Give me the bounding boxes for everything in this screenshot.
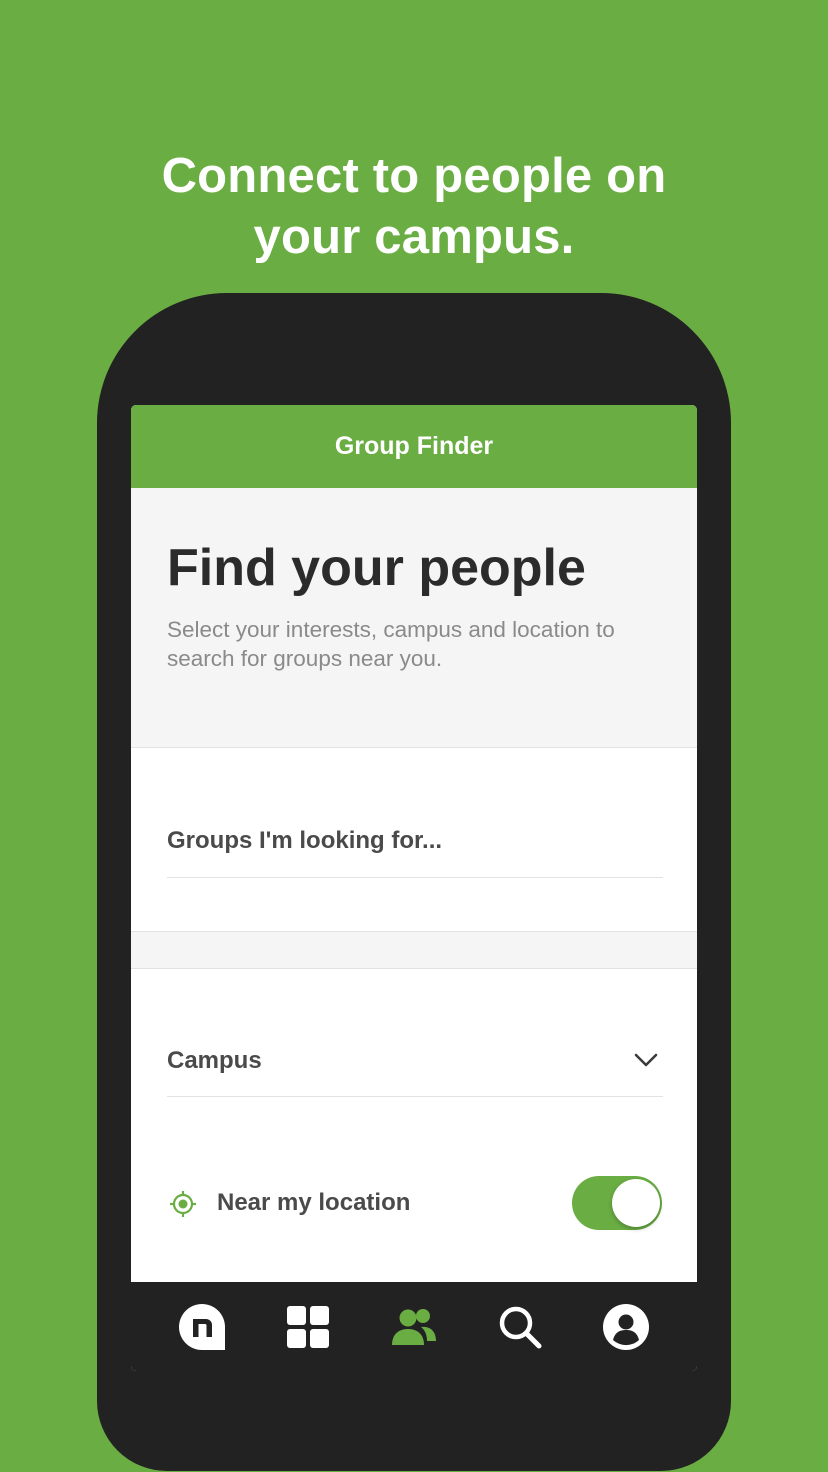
app-logo-icon: [179, 1304, 225, 1350]
header-title: Group Finder: [334, 432, 494, 460]
promo-headline-line2: your campus.: [253, 210, 575, 264]
section-divider: [131, 931, 697, 969]
promo-headline-line1: Connect to people on: [161, 149, 667, 203]
near-location-toggle[interactable]: [572, 1176, 662, 1230]
grid-icon: [287, 1306, 329, 1348]
tab-bar: [131, 1282, 697, 1371]
app-header: Group Finder: [131, 405, 697, 488]
people-icon: [392, 1309, 436, 1345]
location-target-icon: [170, 1191, 196, 1217]
chevron-down-icon[interactable]: [633, 1047, 659, 1073]
tab-groups[interactable]: [389, 1302, 439, 1352]
profile-icon: [603, 1304, 649, 1350]
interests-field[interactable]: Groups I'm looking for...: [167, 827, 442, 855]
tab-home[interactable]: [177, 1302, 227, 1352]
interests-field-underline: [167, 877, 663, 878]
campus-select[interactable]: Campus: [167, 1047, 262, 1075]
tab-profile[interactable]: [601, 1302, 651, 1352]
toggle-knob: [612, 1179, 660, 1227]
app-screen: Group Finder Find your people Select you…: [131, 405, 697, 1371]
tab-discover[interactable]: [283, 1302, 333, 1352]
search-icon: [499, 1306, 542, 1349]
hero-subtitle: Select your interests, campus and locati…: [167, 617, 615, 671]
campus-field-underline: [167, 1096, 663, 1097]
promo-headline: Connect to people on your campus.: [0, 146, 828, 268]
tab-search[interactable]: [495, 1302, 545, 1352]
near-location-label: Near my location: [217, 1189, 411, 1216]
hero-section: Find your people Select your interests, …: [131, 488, 697, 748]
hero-title: Find your people: [167, 539, 586, 597]
